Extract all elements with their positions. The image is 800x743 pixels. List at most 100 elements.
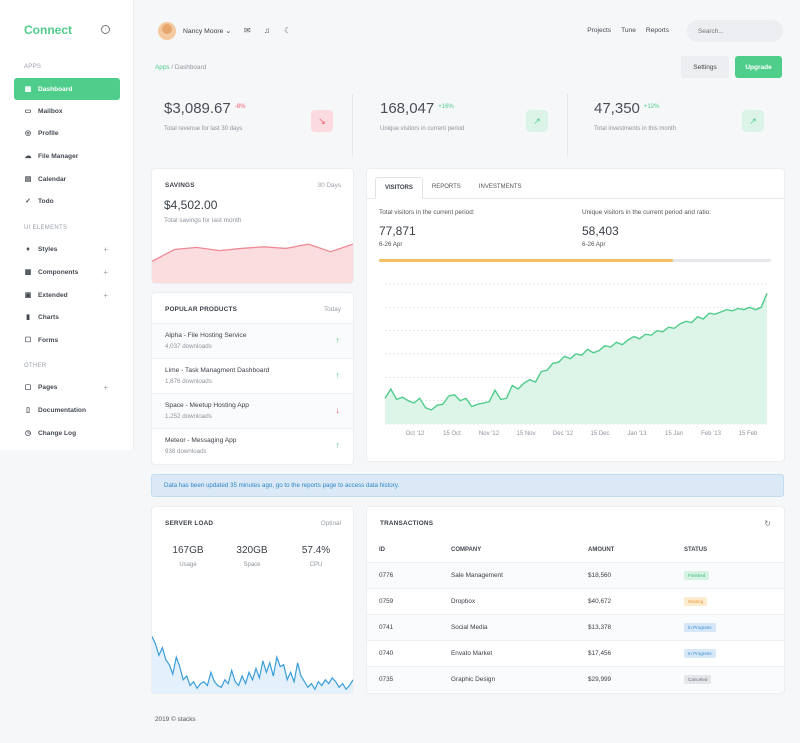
- nav-change-log[interactable]: ◷ Change Log: [14, 422, 120, 444]
- section-ui-elements: UI ELEMENTS: [24, 225, 68, 231]
- check-icon: ✓: [25, 198, 31, 205]
- visitors-card: VISITORS REPORTS INVESTMENTS Total visit…: [367, 169, 784, 461]
- nav-file-manager[interactable]: ☁ File Manager: [14, 145, 120, 167]
- nav-dashboard[interactable]: ▦ Dashboard: [14, 78, 120, 100]
- moon-icon[interactable]: ☾: [284, 26, 291, 35]
- product-name: Space - Meetup Hosting App: [165, 402, 249, 409]
- expand-icon[interactable]: +: [103, 245, 108, 254]
- breadcrumb-apps[interactable]: Apps: [155, 64, 170, 71]
- list-item[interactable]: Lime - Task Managment Dashboard 1,876 dow…: [152, 358, 353, 393]
- nav-styles[interactable]: ♦ Styles +: [14, 238, 120, 260]
- savings-period[interactable]: 30 Days: [318, 182, 341, 189]
- tab-reports[interactable]: REPORTS: [423, 177, 470, 199]
- table-row[interactable]: 0741 Social Media $13,378 In Progress: [367, 614, 784, 640]
- visitors-right-value: 58,403: [582, 224, 619, 238]
- tab-investments[interactable]: INVESTMENTS: [470, 177, 531, 199]
- savings-label: Total savings for last month: [164, 217, 242, 224]
- product-name: Meteor - Messaging App: [165, 437, 237, 444]
- nav-forms[interactable]: ☐ Forms: [14, 329, 120, 351]
- table-row[interactable]: 0740 Envato Market $17,456 In Progress: [367, 640, 784, 666]
- table-row[interactable]: 0735 Graphic Design $29,999 Canceled: [367, 666, 784, 692]
- visitors-right-label: Unique visitors in the current period an…: [582, 209, 711, 216]
- trend-down-icon: ↘: [311, 110, 333, 132]
- list-item[interactable]: Meteor - Messaging App 938 downloads ↑: [152, 428, 353, 463]
- link-tune[interactable]: Tune: [621, 27, 636, 34]
- tx-amount: $18,560: [588, 572, 612, 579]
- x-tick-label: Dec '12: [553, 431, 574, 437]
- arrow-down-icon: ↓: [335, 405, 341, 415]
- arrow-up-icon: ↑: [335, 335, 341, 345]
- divider: [352, 94, 353, 156]
- col-company: COMPANY: [451, 547, 482, 553]
- divider: [567, 94, 568, 156]
- refresh-icon[interactable]: ↻: [764, 519, 771, 528]
- link-projects[interactable]: Projects: [587, 27, 611, 34]
- x-tick-label: 15 Jan: [665, 431, 683, 437]
- cloud-icon: ☁: [24, 153, 32, 160]
- visitors-left-range: 6-26 Apr: [379, 241, 403, 248]
- nav-todo[interactable]: ✓ Todo: [14, 190, 120, 212]
- calendar-icon: ▤: [24, 176, 32, 183]
- tx-amount: $13,378: [588, 624, 612, 631]
- nav-mailbox[interactable]: ▭ Mailbox: [14, 100, 120, 122]
- nav-extended[interactable]: ▣ Extended +: [14, 284, 120, 306]
- form-icon: ☐: [24, 337, 32, 344]
- x-tick-label: Feb '13: [701, 431, 721, 437]
- transactions-title: TRANSACTIONS: [380, 520, 434, 527]
- link-reports[interactable]: Reports: [646, 27, 669, 34]
- tx-amount: $40,672: [588, 598, 612, 605]
- server-option[interactable]: Optinal: [321, 520, 341, 527]
- box-icon: ▣: [24, 292, 32, 299]
- list-item[interactable]: Space - Meetup Hosting App 1,252 download…: [152, 393, 353, 428]
- nav-components[interactable]: ▦ Components +: [14, 261, 120, 283]
- tx-company: Social Media: [451, 624, 488, 631]
- nav-profile[interactable]: ◎ Profile: [14, 122, 120, 144]
- bell-icon[interactable]: ♫: [264, 26, 270, 35]
- user-menu[interactable]: Nancy Moore ⌄: [183, 27, 231, 35]
- visitor-tabs: VISITORS REPORTS INVESTMENTS: [375, 177, 530, 199]
- status-badge: Finished: [684, 571, 710, 580]
- col-amount: AMOUNT: [588, 547, 615, 553]
- brand-logo[interactable]: Connect: [24, 23, 72, 37]
- server-title: SERVER LOAD: [165, 520, 214, 527]
- savings-sparkline: [152, 243, 353, 283]
- table-row[interactable]: 0776 Sale Management $18,560 Finished: [367, 562, 784, 588]
- expand-icon[interactable]: +: [103, 291, 108, 300]
- sidebar: Connect · APPS ▦ Dashboard ▭ Mailbox ◎ Prof…: [0, 0, 134, 450]
- nav-calendar[interactable]: ▤ Calendar: [14, 168, 120, 190]
- upgrade-button[interactable]: Upgrade: [735, 56, 782, 78]
- x-tick-label: 15 Nov: [516, 431, 535, 437]
- nav-charts[interactable]: ▮ Charts: [14, 306, 120, 328]
- info-alert: Data has been updated 35 minutes ago, go…: [151, 474, 784, 497]
- section-apps: APPS: [24, 64, 42, 70]
- transactions-table: 0776 Sale Management $18,560 Finished 0759 Dr…: [367, 562, 784, 693]
- product-downloads: 1,252 downloads: [165, 413, 212, 420]
- tx-id: 0759: [379, 598, 394, 605]
- collapse-icon[interactable]: ·: [101, 25, 110, 34]
- tx-id: 0741: [379, 624, 394, 631]
- server-load-card: SERVER LOAD Optinal: [152, 507, 353, 693]
- tab-visitors[interactable]: VISITORS: [375, 177, 423, 199]
- settings-button[interactable]: Settings: [681, 56, 729, 78]
- x-tick-label: 15 Feb: [739, 431, 758, 437]
- ratio-bar-fill: [379, 259, 673, 262]
- avatar[interactable]: [158, 22, 176, 40]
- x-tick-label: Oct '12: [406, 431, 425, 437]
- tx-company: Sale Management: [451, 572, 503, 579]
- visitors-left-value: 77,871: [379, 224, 416, 238]
- mail-icon[interactable]: ✉: [244, 26, 251, 35]
- expand-icon[interactable]: +: [103, 383, 108, 392]
- table-row[interactable]: 0759 Dropbox $40,672 Waiting: [367, 588, 784, 614]
- list-item[interactable]: Alpha - File Hosting Service 4,037 downlo…: [152, 323, 353, 358]
- nav-documentation[interactable]: ▯ Documentation: [14, 399, 120, 421]
- brush-icon: ♦: [26, 245, 30, 253]
- products-period[interactable]: Today: [324, 306, 341, 313]
- x-tick-label: Jan '13: [627, 431, 647, 437]
- expand-icon[interactable]: +: [103, 268, 108, 277]
- col-id: ID: [379, 547, 385, 553]
- tx-company: Graphic Design: [451, 676, 496, 683]
- savings-area: [152, 244, 353, 283]
- stat-cpu: 57.4% CPU: [301, 545, 331, 568]
- search-input[interactable]: [687, 20, 783, 42]
- nav-pages[interactable]: ▢ Pages +: [14, 376, 120, 398]
